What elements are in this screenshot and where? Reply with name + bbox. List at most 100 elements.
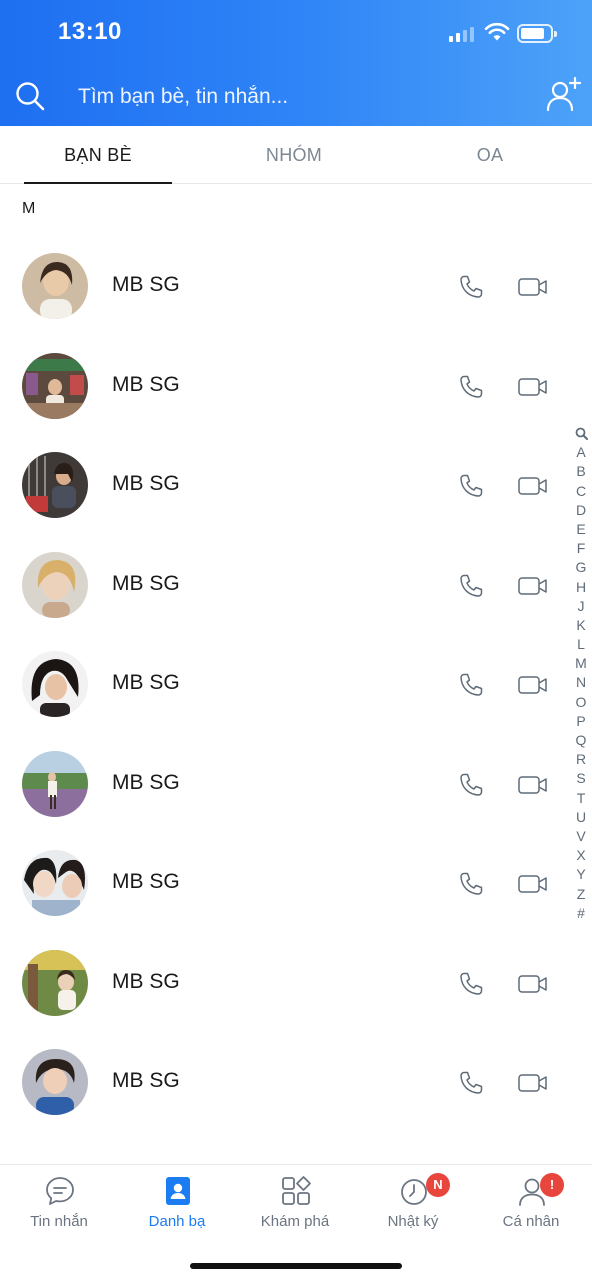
- video-call-button[interactable]: [516, 374, 550, 400]
- index-letter[interactable]: Q: [570, 731, 592, 750]
- index-letter[interactable]: Z: [570, 885, 592, 904]
- voice-call-button[interactable]: [456, 1068, 486, 1098]
- status-bar: 13:10: [0, 0, 592, 68]
- index-letter[interactable]: Y: [570, 865, 592, 884]
- voice-call-button[interactable]: [456, 869, 486, 899]
- index-letter[interactable]: U: [570, 808, 592, 827]
- contact-row[interactable]: MB SG: [0, 435, 592, 535]
- chat-icon: [46, 1177, 74, 1205]
- tab-groups[interactable]: NHÓM: [196, 126, 392, 184]
- index-letter[interactable]: L: [570, 635, 592, 654]
- contacts-icon: [166, 1177, 190, 1205]
- video-camera-icon: [518, 576, 547, 595]
- tab-friends[interactable]: BẠN BÈ: [0, 126, 196, 184]
- video-call-button[interactable]: [516, 473, 550, 499]
- contact-row[interactable]: MB SG: [0, 833, 592, 933]
- contact-row[interactable]: MB SG: [0, 236, 592, 336]
- search-icon[interactable]: [14, 80, 46, 112]
- add-friend-icon[interactable]: [545, 76, 583, 114]
- search-bar: [0, 70, 592, 122]
- phone-icon: [460, 773, 483, 796]
- home-indicator: [190, 1263, 402, 1269]
- phone-icon: [460, 872, 483, 895]
- index-letter[interactable]: #: [570, 904, 592, 923]
- nav-contacts[interactable]: Danh bạ: [118, 1165, 236, 1245]
- index-letter[interactable]: N: [570, 673, 592, 692]
- index-letter[interactable]: D: [570, 501, 592, 520]
- video-camera-icon: [518, 974, 547, 993]
- index-letter[interactable]: E: [570, 520, 592, 539]
- avatar[interactable]: [22, 253, 88, 319]
- voice-call-button[interactable]: [456, 969, 486, 999]
- index-letter[interactable]: G: [570, 558, 592, 577]
- contact-name: MB SG: [112, 671, 180, 694]
- video-call-button[interactable]: [516, 971, 550, 997]
- nav-profile[interactable]: ! Cá nhân: [472, 1165, 590, 1245]
- index-letter[interactable]: K: [570, 616, 592, 635]
- search-input[interactable]: [78, 82, 498, 112]
- contact-name: MB SG: [112, 870, 180, 893]
- alphabet-index[interactable]: A B C D E F G H J K L M N O P Q R S T U …: [570, 424, 592, 923]
- avatar[interactable]: [22, 651, 88, 717]
- index-letter[interactable]: T: [570, 789, 592, 808]
- nav-discover[interactable]: Khám phá: [236, 1165, 354, 1245]
- avatar[interactable]: [22, 750, 88, 817]
- avatar[interactable]: [22, 850, 88, 916]
- voice-call-button[interactable]: [456, 770, 486, 800]
- contact-name: MB SG: [112, 571, 180, 595]
- index-letter[interactable]: C: [570, 482, 592, 501]
- nav-label: Danh bạ: [148, 1213, 206, 1230]
- index-search-icon[interactable]: [570, 424, 592, 443]
- voice-call-button[interactable]: [456, 670, 486, 700]
- video-call-button[interactable]: [516, 274, 550, 300]
- contact-row[interactable]: MB SG: [0, 634, 592, 734]
- index-letter[interactable]: X: [570, 846, 592, 865]
- voice-call-button[interactable]: [456, 272, 486, 302]
- index-letter[interactable]: J: [570, 597, 592, 616]
- video-camera-icon: [518, 676, 547, 694]
- avatar[interactable]: [22, 1049, 88, 1115]
- video-camera-icon: [518, 278, 547, 296]
- contact-list[interactable]: MB SG MB SG MB SG MB SG MB SG MB SG MB S…: [0, 236, 592, 1164]
- video-call-button[interactable]: [516, 672, 550, 698]
- index-letter[interactable]: O: [570, 693, 592, 712]
- index-letter[interactable]: R: [570, 750, 592, 769]
- index-letter[interactable]: H: [570, 578, 592, 597]
- index-letter[interactable]: V: [570, 827, 592, 846]
- contact-row[interactable]: MB SG: [0, 1032, 592, 1132]
- index-letter[interactable]: B: [570, 462, 592, 481]
- video-camera-icon: [518, 775, 547, 794]
- video-call-button[interactable]: [516, 573, 550, 599]
- index-letter[interactable]: S: [570, 769, 592, 788]
- contact-name: MB SG: [112, 1069, 180, 1092]
- contact-row[interactable]: MB SG: [0, 336, 592, 436]
- avatar[interactable]: [22, 452, 88, 518]
- nav-timeline[interactable]: N Nhật ký: [354, 1165, 472, 1245]
- notification-badge: N: [426, 1173, 450, 1197]
- avatar[interactable]: [22, 352, 88, 419]
- index-letter[interactable]: P: [570, 712, 592, 731]
- avatar[interactable]: [22, 949, 88, 1016]
- nav-messages[interactable]: Tin nhắn: [0, 1165, 118, 1245]
- index-letter[interactable]: A: [570, 443, 592, 462]
- voice-call-button[interactable]: [456, 571, 486, 601]
- nav-label: Tin nhắn: [30, 1213, 88, 1230]
- video-camera-icon: [518, 377, 547, 396]
- contact-row[interactable]: MB SG: [0, 535, 592, 635]
- phone-icon: [460, 474, 483, 497]
- video-call-button[interactable]: [516, 772, 550, 798]
- index-letter[interactable]: F: [570, 539, 592, 558]
- voice-call-button[interactable]: [456, 471, 486, 501]
- contact-row[interactable]: MB SG: [0, 933, 592, 1033]
- avatar[interactable]: [22, 551, 88, 618]
- video-call-button[interactable]: [516, 871, 550, 897]
- nav-label: Khám phá: [260, 1213, 330, 1230]
- index-letter[interactable]: M: [570, 654, 592, 673]
- tab-oa[interactable]: OA: [392, 126, 588, 184]
- contact-row[interactable]: MB SG: [0, 734, 592, 834]
- active-tab-indicator: [24, 182, 172, 184]
- contact-name: MB SG: [112, 273, 180, 296]
- video-call-button[interactable]: [516, 1070, 550, 1096]
- video-camera-icon: [518, 875, 547, 893]
- voice-call-button[interactable]: [456, 372, 486, 402]
